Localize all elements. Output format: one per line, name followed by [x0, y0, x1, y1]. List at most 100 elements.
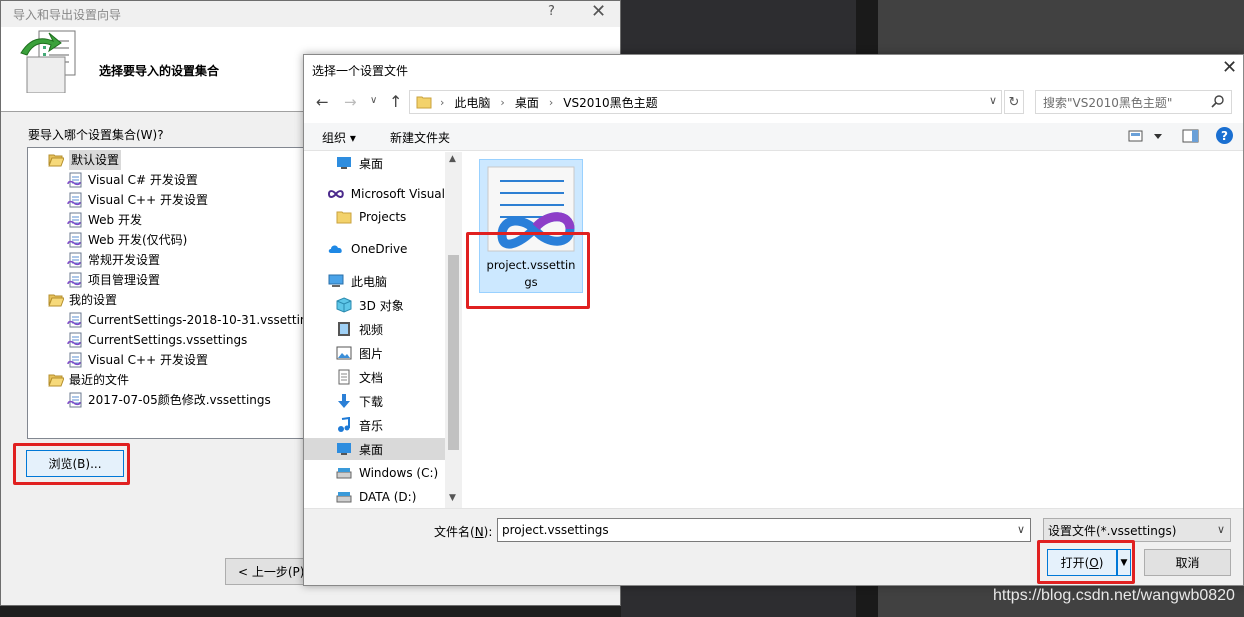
open-highlight-box: [1037, 540, 1135, 584]
chevron-down-icon[interactable]: ∨: [1217, 523, 1225, 536]
nav-item[interactable]: 桌面: [304, 152, 445, 174]
cloud-icon: [328, 245, 342, 253]
music-icon: [338, 417, 350, 432]
breadcrumb-separator: ›: [548, 95, 554, 109]
back-button[interactable]: < 上一步(P): [225, 558, 310, 585]
search-icon: [1211, 95, 1224, 108]
nav-item-label: 此电脑: [351, 274, 388, 289]
tree-item[interactable]: CurrentSettings-2018-10-31.vssettings: [67, 310, 321, 330]
help-icon[interactable]: ?: [1216, 127, 1233, 144]
tree-item-label: Web 开发(仅代码): [88, 233, 188, 247]
change-view-icon[interactable]: [1128, 129, 1164, 143]
nav-item[interactable]: 此电脑: [304, 270, 445, 292]
wizard-help-button[interactable]: ?: [548, 4, 555, 19]
tree-item-label: 我的设置: [69, 293, 118, 307]
tree-item-label: 2017-07-05颜色修改.vssettings: [88, 393, 271, 407]
navigation-pane[interactable]: 桌面 Microsoft Visual Projects OneDrive 此电脑 3D …: [304, 152, 462, 508]
nav-item-label: 视频: [359, 322, 384, 337]
tree-item[interactable]: CurrentSettings.vssettings: [67, 330, 247, 350]
nav-item-label: 下载: [359, 394, 384, 409]
folder-icon: [416, 96, 432, 109]
back-arrow-icon[interactable]: ←: [316, 93, 329, 111]
refresh-icon[interactable]: ↻: [1004, 90, 1024, 114]
tree-item-label: Visual C++ 开发设置: [88, 353, 208, 367]
nav-item[interactable]: Windows (C:): [304, 462, 445, 484]
tree-item[interactable]: Visual C# 开发设置: [67, 170, 198, 190]
preview-pane-icon[interactable]: [1182, 129, 1200, 143]
recent-locations-chevron-icon[interactable]: ∨: [370, 95, 377, 106]
nav-item[interactable]: OneDrive: [304, 238, 445, 260]
address-bar[interactable]: › 此电脑 › 桌面 › VS2010黑色主题 ∨: [409, 90, 1002, 114]
tree-item-label: 项目管理设置: [88, 273, 161, 287]
navigation-scrollbar-thumb[interactable]: [448, 255, 459, 450]
file-type-select[interactable]: 设置文件(*.vssettings) ∨: [1043, 518, 1231, 542]
tree-item-label: 默认设置: [69, 150, 122, 170]
document-icon: [338, 369, 350, 385]
nav-item-label: 桌面: [359, 442, 384, 457]
nav-item[interactable]: Microsoft Visual: [304, 183, 445, 205]
tree-item[interactable]: Web 开发: [67, 210, 142, 230]
nav-item[interactable]: 桌面: [304, 438, 445, 460]
tree-item[interactable]: 常规开发设置: [67, 250, 160, 270]
3d-objects-icon: [336, 297, 352, 313]
tree-item-label: CurrentSettings-2018-10-31.vssettings: [88, 313, 322, 327]
picture-icon: [336, 346, 352, 360]
tree-folder[interactable]: 默认设置: [48, 150, 122, 170]
forward-arrow-icon[interactable]: →: [344, 93, 357, 111]
tree-item[interactable]: Visual C++ 开发设置: [67, 350, 208, 370]
settings-tree[interactable]: 默认设置 Visual C# 开发设置 Visual C++ 开发设置 Web 开发 W…: [27, 147, 327, 439]
wizard-close-button[interactable]: ✕: [591, 1, 606, 22]
chevron-down-icon[interactable]: ∨: [1017, 523, 1025, 536]
address-dropdown-icon[interactable]: ∨: [989, 94, 997, 107]
nav-item[interactable]: 3D 对象: [304, 294, 445, 316]
search-placeholder: 搜索"VS2010黑色主题": [1043, 95, 1173, 110]
settings-file-icon: [67, 232, 82, 248]
settings-file-icon: [67, 172, 82, 188]
breadcrumb-current-folder[interactable]: VS2010黑色主题: [563, 94, 657, 111]
settings-collection-question: 要导入哪个设置集合(W)?: [28, 128, 164, 142]
breadcrumb-this-pc[interactable]: 此电脑: [454, 94, 490, 111]
nav-item-label: 文档: [359, 370, 384, 385]
settings-file-icon: [67, 332, 82, 348]
filename-value: project.vssettings: [502, 523, 609, 537]
nav-item[interactable]: DATA (D:): [304, 486, 445, 508]
scroll-down-icon[interactable]: ▼: [449, 493, 456, 503]
cancel-button[interactable]: 取消: [1144, 549, 1231, 576]
visual-studio-icon: [328, 190, 344, 198]
filename-input[interactable]: project.vssettings ∨: [497, 518, 1031, 542]
computer-icon: [328, 274, 344, 287]
nav-item[interactable]: Projects: [304, 206, 445, 228]
import-settings-icon: [20, 30, 76, 93]
nav-item[interactable]: 下载: [304, 390, 445, 412]
scroll-up-icon[interactable]: ▲: [449, 154, 456, 164]
tree-item[interactable]: 2017-07-05颜色修改.vssettings: [67, 390, 271, 410]
wizard-title: 导入和导出设置向导: [13, 8, 122, 22]
nav-item[interactable]: 音乐: [304, 414, 445, 436]
dialog-close-button[interactable]: ✕: [1222, 57, 1237, 78]
settings-file-icon: [67, 272, 82, 288]
tree-item[interactable]: 项目管理设置: [67, 270, 160, 290]
up-arrow-icon[interactable]: ↑: [389, 92, 402, 111]
tree-item[interactable]: Visual C++ 开发设置: [67, 190, 208, 210]
tree-folder[interactable]: 我的设置: [48, 290, 117, 310]
video-icon: [338, 322, 350, 336]
new-folder-button[interactable]: 新建文件夹: [390, 129, 450, 146]
nav-item[interactable]: 视频: [304, 318, 445, 340]
nav-item-label: 3D 对象: [359, 298, 404, 313]
search-input[interactable]: 搜索"VS2010黑色主题": [1035, 90, 1232, 114]
drive-icon: [336, 468, 352, 479]
wizard-header-title: 选择要导入的设置集合: [99, 64, 220, 78]
settings-file-icon: [67, 252, 82, 268]
tree-folder[interactable]: 最近的文件: [48, 370, 129, 390]
nav-item[interactable]: 图片: [304, 342, 445, 364]
tree-item[interactable]: Web 开发(仅代码): [67, 230, 187, 250]
nav-item-label: Microsoft Visual: [350, 187, 445, 201]
file-highlight-box: [466, 232, 590, 309]
organize-button[interactable]: 组织 ▾: [322, 129, 356, 146]
nav-item[interactable]: 文档: [304, 366, 445, 388]
settings-file-icon: [67, 312, 82, 328]
dialog-title: 选择一个设置文件: [312, 64, 409, 78]
settings-file-icon: [67, 192, 82, 208]
breadcrumb-desktop[interactable]: 桌面: [515, 94, 539, 111]
tree-item-label: Visual C++ 开发设置: [88, 193, 208, 207]
